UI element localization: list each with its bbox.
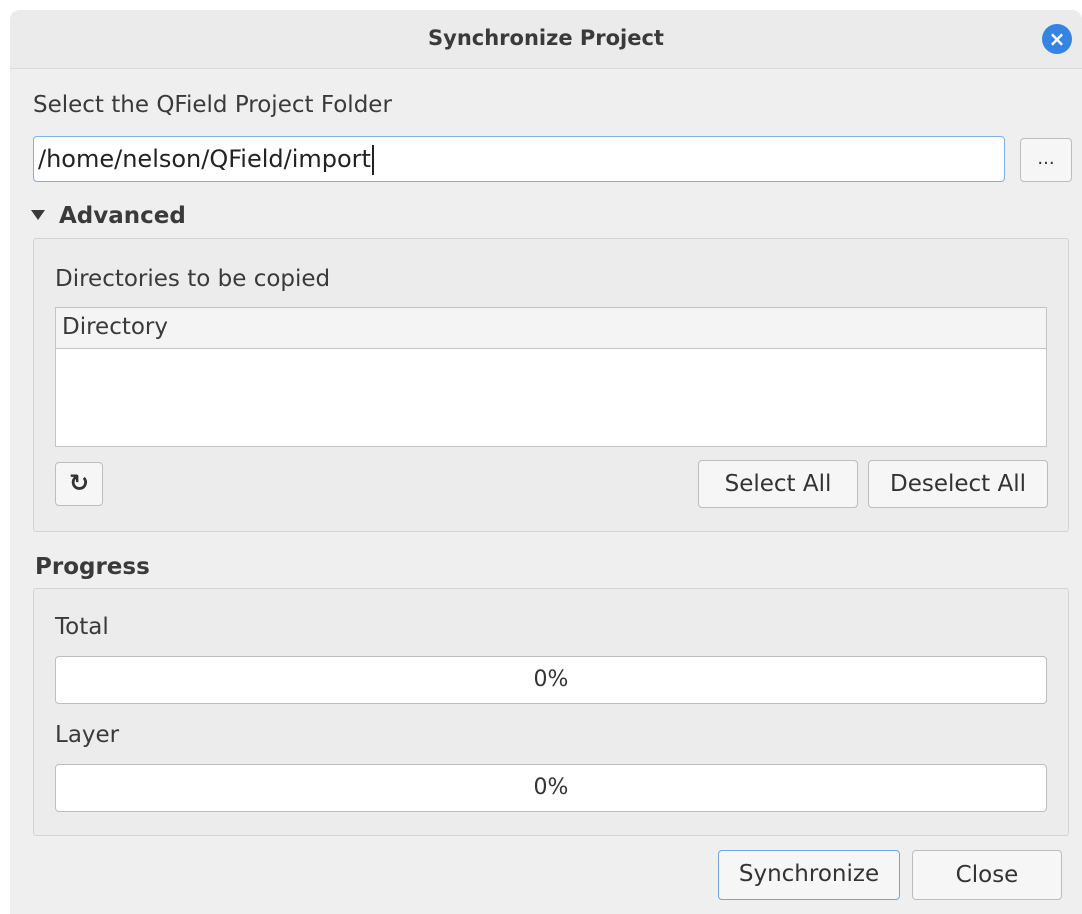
close-window-icon[interactable]: × <box>1042 24 1072 54</box>
refresh-icon: ↻ <box>68 469 90 497</box>
window-title: Synchronize Project <box>428 26 664 50</box>
close-button[interactable]: Close <box>912 850 1062 900</box>
refresh-button[interactable]: ↻ <box>55 462 103 506</box>
layer-label: Layer <box>55 722 120 748</box>
text-caret <box>371 145 374 175</box>
deselect-all-button[interactable]: Deselect All <box>868 460 1048 508</box>
directories-table[interactable]: Directory <box>55 307 1047 447</box>
total-progress-bar: 0% <box>55 656 1047 704</box>
table-header-directory[interactable]: Directory <box>56 308 1046 349</box>
total-label: Total <box>55 614 109 640</box>
folder-path-input[interactable]: /home/nelson/QField/import <box>33 136 1005 182</box>
folder-label: Select the QField Project Folder <box>33 92 392 118</box>
synchronize-dialog: Synchronize Project × Select the QField … <box>10 10 1082 914</box>
synchronize-button[interactable]: Synchronize <box>718 850 900 900</box>
layer-progress-bar: 0% <box>55 764 1047 812</box>
select-all-button[interactable]: Select All <box>698 460 858 508</box>
layer-progress-value: 0% <box>533 775 569 800</box>
advanced-toggle[interactable]: Advanced <box>31 203 186 229</box>
advanced-title: Advanced <box>59 203 186 229</box>
progress-title: Progress <box>35 554 150 580</box>
directories-label: Directories to be copied <box>55 266 331 292</box>
browse-button[interactable]: ... <box>1020 138 1072 182</box>
folder-path-value: /home/nelson/QField/import <box>38 145 371 173</box>
title-bar: Synchronize Project × <box>10 10 1082 69</box>
triangle-down-icon <box>31 209 45 220</box>
total-progress-value: 0% <box>533 667 569 692</box>
